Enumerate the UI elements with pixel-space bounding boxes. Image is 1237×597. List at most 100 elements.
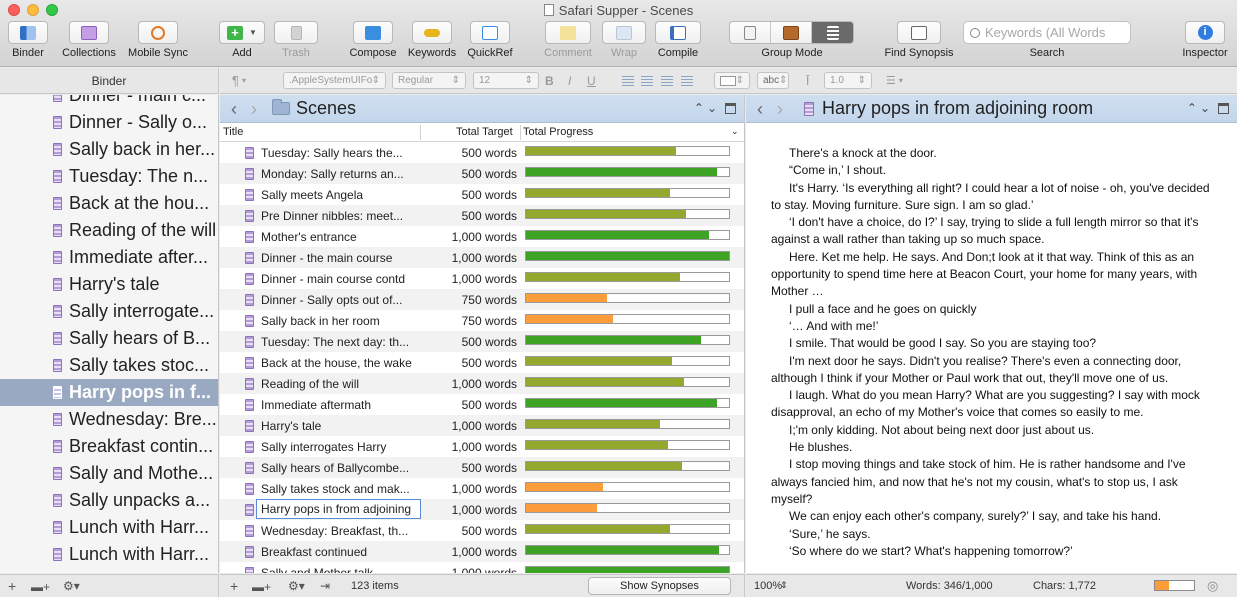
table-row[interactable]: Sally meets Angela 500 words [220,184,744,205]
binder-item[interactable]: Lunch with Harr... [0,514,218,541]
group-mode-outliner-button[interactable] [812,22,853,43]
text-body[interactable]: There's a knock at the door. “Come in,’ I… [746,123,1237,560]
gear-icon[interactable]: ⚙▾ [63,579,80,593]
split-editor-icon[interactable] [1218,102,1229,114]
table-row[interactable]: Sally takes stock and mak... 1,000 words [220,478,744,499]
binder-item[interactable]: Immediate after... [0,244,218,271]
move-icon[interactable]: ⇥ [320,579,330,593]
search-input[interactable] [985,25,1125,40]
target-icon[interactable]: ◎ [1207,578,1218,594]
table-row[interactable]: Mother's entrance 1,000 words [220,226,744,247]
add-icon[interactable]: + [8,578,16,594]
split-editor-icon[interactable] [725,102,736,114]
binder-item[interactable]: Lunch with Harr... [0,541,218,568]
zoom-level[interactable]: 100% [754,580,782,592]
group-mode-scrivenings-button[interactable] [730,22,771,43]
row-title[interactable]: Harry pops in from adjoining [256,499,421,519]
quickref-toolbar-button[interactable]: QuickRef [464,21,516,59]
group-mode-corkboard-button[interactable] [771,22,812,43]
chevron-up-icon[interactable]: ⌃ [1187,101,1197,115]
binder-item[interactable]: Reading of the will [0,217,218,244]
mobile-sync-toolbar-button[interactable]: Mobile Sync [124,21,192,59]
table-row[interactable]: Back at the house, the wake 500 words [220,352,744,373]
binder-item[interactable]: Harry pops in f... [0,379,218,406]
forward-arrow-icon[interactable]: › [770,99,790,119]
chevron-down-icon[interactable]: ⌄ [731,126,739,137]
line-spacing-popup[interactable]: 1.0 ⇕ [824,72,872,89]
binder-item[interactable]: Dinner - Sally o... [0,109,218,136]
table-row[interactable]: Monday: Sally returns an... 500 words [220,163,744,184]
trash-toolbar-button[interactable]: Trash [274,21,318,59]
table-row[interactable]: Breakfast continued 1,000 words [220,541,744,562]
inspector-toolbar-button[interactable]: i Inspector [1178,21,1232,59]
italic-button[interactable]: I [568,72,571,89]
table-row[interactable]: Sally and Mother talk 1,000 words [220,562,744,573]
font-family-popup[interactable]: .AppleSystemUIFont ⇕ [283,72,386,89]
table-row[interactable]: Reading of the will 1,000 words [220,373,744,394]
table-row[interactable]: Harry's tale 1,000 words [220,415,744,436]
binder-item[interactable]: Dinner - main c... [0,95,218,109]
row-progress-fill [526,420,660,428]
compile-toolbar-button[interactable]: Compile [654,21,702,59]
binder-item[interactable]: Sally takes stoc... [0,352,218,379]
keywords-toolbar-button[interactable]: Keywords [405,21,459,59]
table-row[interactable]: Harry pops in from adjoining 1,000 words [220,499,744,520]
table-row[interactable]: Dinner - Sally opts out of... 750 words [220,289,744,310]
binder-item[interactable]: Tuesday: The n... [0,163,218,190]
align-center-button[interactable] [641,72,653,89]
font-size-popup[interactable]: 12 ⇕ [473,72,539,89]
underline-button[interactable]: U [587,72,596,89]
table-row[interactable]: Sally interrogates Harry 1,000 words [220,436,744,457]
table-row[interactable]: Sally back in her room 750 words [220,310,744,331]
add-folder-icon[interactable]: ▬+ [31,580,50,594]
chevron-down-icon[interactable]: ⌄ [707,101,717,115]
binder-item[interactable]: Back at the hou... [0,190,218,217]
updown-icon[interactable]: ⇕ [780,580,788,591]
binder-item[interactable]: Sally interrogate... [0,298,218,325]
search-box[interactable] [963,21,1131,44]
binder-item[interactable]: Harry's tale [0,271,218,298]
align-right-button[interactable] [661,72,673,89]
gear-icon[interactable]: ⚙▾ [288,579,305,593]
find-synopsis-toolbar-button[interactable]: Find Synopsis [880,21,958,59]
binder-item[interactable]: Sally unpacks a... [0,487,218,514]
font-weight-popup[interactable]: Regular ⇕ [392,72,466,89]
collections-toolbar-button[interactable]: Collections [57,21,121,59]
highlight-popup[interactable]: abc ⇕ [757,72,789,89]
binder-item[interactable]: Breakfast contin... [0,433,218,460]
chevron-down-icon[interactable]: ⌄ [1200,101,1210,115]
comment-toolbar-button[interactable]: Comment [542,21,594,59]
binder-toolbar-button[interactable]: Binder [6,21,50,59]
add-folder-icon[interactable]: ▬+ [252,580,271,594]
add-toolbar-button[interactable]: + ▼ Add [219,21,265,59]
table-row[interactable]: Tuesday: Sally hears the... 500 words [220,142,744,163]
binder-item[interactable]: Sally back in her... [0,136,218,163]
table-row[interactable]: Immediate aftermath 500 words [220,394,744,415]
back-arrow-icon[interactable]: ‹ [750,99,770,119]
table-row[interactable]: Tuesday: The next day: th... 500 words [220,331,744,352]
list-style-button[interactable]: ☰ ▾ [886,72,903,89]
binder-item[interactable]: Sally and Mothe... [0,460,218,487]
wrap-toolbar-button[interactable]: Wrap [601,21,647,59]
table-row[interactable]: Pre Dinner nibbles: meet... 500 words [220,205,744,226]
binder-item[interactable]: Sally hears of B... [0,325,218,352]
back-arrow-icon[interactable]: ‹ [224,99,244,119]
text-color-popup[interactable]: ⇕ [714,72,750,89]
align-left-button[interactable] [622,72,634,89]
add-icon[interactable]: + [230,578,238,594]
target-column-header[interactable]: Total Target [456,126,513,138]
bold-button[interactable]: B [545,72,554,89]
align-justify-button[interactable] [681,72,693,89]
show-synopses-button[interactable]: Show Synopses [588,577,731,595]
chevron-up-icon[interactable]: ⌃ [694,101,704,115]
table-row[interactable]: Sally hears of Ballycombe... 500 words [220,457,744,478]
table-row[interactable]: Dinner - main course contd 1,000 words [220,268,744,289]
table-row[interactable]: Wednesday: Breakfast, th... 500 words [220,520,744,541]
binder-item[interactable]: Wednesday: Bre... [0,406,218,433]
table-row[interactable]: Dinner - the main course 1,000 words [220,247,744,268]
title-column-header[interactable]: Title [223,126,243,138]
paragraph-style-button[interactable]: ¶ ▾ [232,72,246,89]
forward-arrow-icon[interactable]: › [244,99,264,119]
compose-toolbar-button[interactable]: Compose [347,21,399,59]
progress-column-header[interactable]: Total Progress [523,126,593,138]
